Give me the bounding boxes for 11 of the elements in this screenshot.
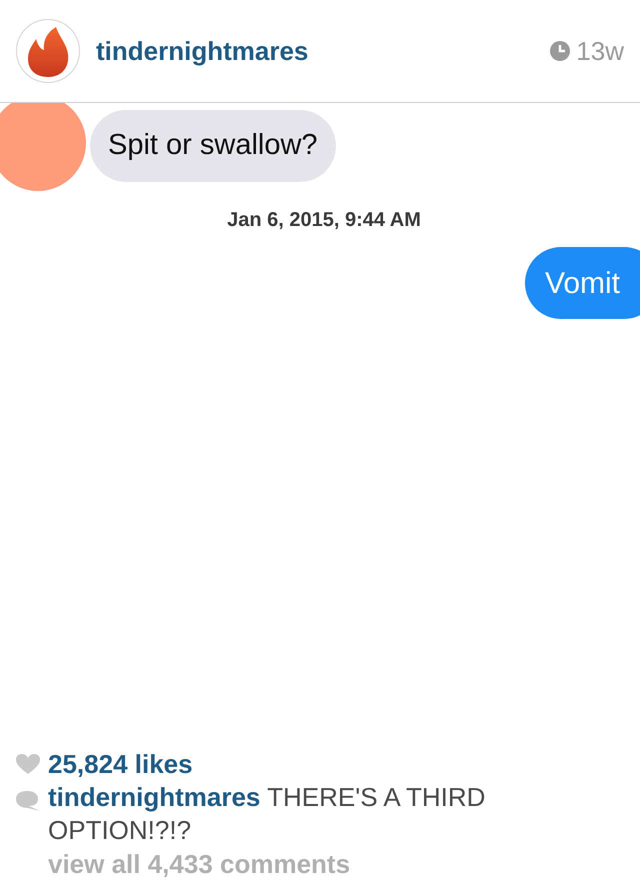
post-age: 13w (576, 34, 624, 68)
caption-text: tindernightmares THERE'S A THIRD OPTION!?!? (48, 781, 486, 847)
likes-count[interactable]: 25,824 likes (48, 749, 193, 779)
message-bubble: Spit or swallow? (90, 110, 336, 182)
message-bubble: Vomit (524, 247, 640, 319)
clock-icon (550, 41, 570, 61)
comment-icon (16, 791, 40, 811)
caption-username[interactable]: tindernightmares (48, 782, 260, 812)
username-link[interactable]: tindernightmares (96, 32, 308, 70)
message-timestamp: Jan 6, 2015, 9:44 AM (227, 208, 421, 233)
flame-icon (26, 25, 70, 77)
